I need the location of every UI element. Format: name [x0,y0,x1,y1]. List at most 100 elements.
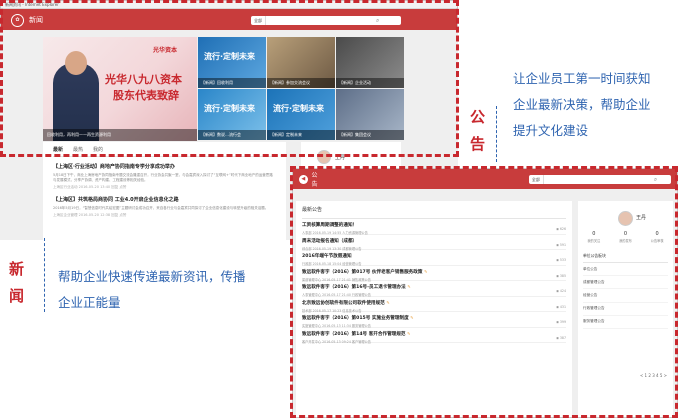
back-arrow-icon[interactable]: ◀ [299,174,308,184]
announcement-label-char: 公告 [470,108,486,153]
news-thumb-3[interactable]: 【新闻】企业活动 [336,37,404,88]
caption-line: 让企业员工第一时间获知 [513,71,651,86]
caption-line: 企业最新决策，帮助企业 [513,97,651,112]
read-count: ◉ 591 [556,242,566,247]
stat-label: 公告审核 [650,239,664,243]
thumb-title: 流行·定制未来 [273,104,325,113]
search-icon[interactable]: ⌕ [376,16,382,25]
news-item-title[interactable]: 【上海区】共筑格局商协同 工业4.0开启企业信息化之路 [53,196,276,203]
announcement-meta: 客户开发中心 2016-05-13 09:24 客户管理公告 [302,339,371,344]
thumb-caption: 【新闻】参加交流会议 [267,78,335,88]
announcement-title[interactable]: 致远软件客字（2016）第16号-员工退卡管理办法 ✎ [302,284,566,290]
screenshot-root: 新闻资讯 - Internet Explorer ✿ 新闻 全部 ⌕ 光华资本 … [0,0,678,418]
attachment-icon: ✎ [386,299,390,305]
announcement-row[interactable]: 致远软件客字（2016）第16号-员工退卡管理办法 ✎ 人事管理中心 2016-0… [302,281,566,297]
news-search-box[interactable]: 全部 ⌕ [251,15,401,25]
announcement-title[interactable]: 致远软件客字（2016）第14号 客开合作管理规范 ✎ [302,331,566,337]
news-search-scope-select[interactable]: 全部 [251,15,266,25]
announcement-search-input[interactable] [543,174,654,184]
news-list-panel: 最新 最热 我的 【上海区·行业活动】商地产协同指南专学分享成功举办 5月18日… [43,142,286,240]
attachment-icon: ✎ [424,268,428,274]
avatar[interactable] [317,150,331,164]
news-item[interactable]: 【上海区·行业活动】商地产协同指南专学分享成功举办 5月18日下午，商业上海房地… [53,163,276,190]
news-label-char: 新闻 [9,260,25,305]
hero-speaker-head [65,51,87,75]
user-name: 王丹 [636,215,647,221]
category-item[interactable]: 单位公告 [583,263,668,277]
pagination[interactable]: < 1 2 3 4 5 > [640,373,667,378]
tab-hot[interactable]: 最热 [73,146,83,153]
hero-headline-line2: 股东代表致辞 [113,89,179,102]
news-search-input[interactable] [266,15,376,25]
news-hero-banner[interactable]: 光华资本 光华八九八资本 股东代表致辞 回收利用，再利用——再生资源利用 [43,37,197,141]
read-count: ◉ 424 [556,289,566,293]
category-item[interactable]: 成都管理公告 [583,276,668,290]
announcement-title[interactable]: 致远软件客字（2016）第015号 实施业务管理制度 ✎ [302,315,566,321]
announcement-row[interactable]: 周末活动报名通知（成都） 综合部 2016-05-19 13:30 成都管理公告 ◉… [302,235,566,251]
announcement-row[interactable]: 北京致远协创软件有限公司软件使用规范 ✎ 技术部 2016-05-17 10:23… [302,297,566,313]
attachment-icon: ✎ [407,330,411,336]
category-list: 单位公告板块 单位公告 成都管理公告 经营公告 行政管理公告 服务管理公告 [578,253,673,329]
read-count: ◉ 626 [556,227,566,231]
announcement-title[interactable]: 周末活动报名通知（成都） [302,238,566,244]
announcement-app-title: 公告 [311,172,318,188]
caption-line: 提升文化建设 [513,123,589,138]
announcement-row[interactable]: 2016年端午节放假通知 行政部 2016-05-18 15:04 经营管理公告 ◉… [302,250,566,266]
stat-label: 我的关注 [587,239,601,243]
thumb-title: 流行·定制未来 [204,52,256,61]
stat-value: 0 [655,231,659,237]
read-count: ◉ 385 [556,273,566,278]
hero-caption: 回收利用，再利用——再生资源利用 [43,129,197,141]
announcement-title[interactable]: 工资核算周期调整的通知！ [302,222,566,228]
news-thumb-5[interactable]: 流行·定制未来 【新闻】定制未来 [267,89,335,140]
news-thumb-4[interactable]: 流行·定制未来 【新闻】数说…流行会 [198,89,266,140]
thumb-caption: 【新闻】集团会议 [336,130,404,140]
stat-review[interactable]: 0 公告审核 [651,231,664,243]
stat-published[interactable]: 0 我的发布 [619,231,632,243]
category-item[interactable]: 服务管理公告 [583,316,668,329]
tab-mine[interactable]: 我的 [93,146,103,153]
news-item-meta: 上海区行业活动 2016-05-20 13:40 回复 点赞 [53,185,127,189]
news-item-summary: 2016年5月19日，“智慧信息时代共绘宏图”主题研讨会成功召开，来自各行业与会… [53,206,269,210]
news-thumb-2[interactable]: 【新闻】参加交流会议 [267,37,335,88]
announcement-search-scope-select[interactable]: 全部 [529,174,544,184]
announcement-list-heading: 最新公告 [302,206,566,219]
stat-following[interactable]: 0 我的关注 [587,231,600,243]
stat-value: 0 [592,231,596,237]
news-item[interactable]: 【上海区】共筑格局商协同 工业4.0开启企业信息化之路 2016年5月19日，“… [53,196,276,218]
announcement-title[interactable]: 北京致远协创软件有限公司软件使用规范 ✎ [302,300,566,306]
read-count: ◉ 533 [556,258,566,262]
news-item-title[interactable]: 【上海区·行业活动】商地产协同指南专学分享成功举办 [53,163,276,170]
announcement-row[interactable]: 致远软件客字（2016）第015号 实施业务管理制度 ✎ 实施管理中心 2016-… [302,312,566,328]
read-count: ◉ 431 [556,304,566,309]
announcement-row[interactable]: 致远软件客字（2016）第14号 客开合作管理规范 ✎ 客户开发中心 2016-0… [302,328,566,344]
category-item[interactable]: 行政管理公告 [583,303,668,316]
hero-headline-line1: 光华八九八资本 [105,73,182,86]
announcement-app-bar: ◀ 公告 全部 ⌕ [293,169,677,189]
announcement-title[interactable]: 2016年端午节放假通知 [302,253,566,259]
thumb-caption: 【新闻】企业活动 [336,78,404,88]
news-thumb-6[interactable]: 【新闻】集团会议 [336,89,404,140]
announcement-search-box[interactable]: 全部 ⌕ [528,174,671,184]
announcement-sidebar: 王丹 0 我的关注 0 我的发布 0 公告审核 单位公告板块 单位公告 成都管理… [578,201,673,417]
announcement-row[interactable]: 工资核算周期调整的通知！ 人事部 2016-05-19 14:55 人力资源管理公… [302,219,566,235]
category-item[interactable]: 经营公告 [583,289,668,303]
tab-latest[interactable]: 最新 [53,146,63,153]
announcement-row[interactable]: 致远软件客字（2016）第017号 伙伴老客户销售服务政策 ✎ 渠道管理中心 20… [302,266,566,282]
announcement-title[interactable]: 致远软件客字（2016）第017号 伙伴老客户销售服务政策 ✎ [302,269,566,275]
browser-title-bar: 新闻资讯 - Internet Explorer [1,1,457,9]
news-label: 新闻 [9,256,27,310]
app-logo-icon[interactable]: ✿ [11,13,24,27]
news-tabs: 最新 最热 我的 [53,146,276,157]
news-thumb-1[interactable]: 流行·定制未来 【新闻】回收利用 [198,37,266,88]
sidebar-user-card: 王丹 0 我的关注 0 我的发布 0 公告审核 [578,201,673,243]
announcement-caption: 让企业员工第一时间获知 企业最新决策，帮助企业 提升文化建设 [513,66,651,144]
announcement-window: ◀ 公告 全部 ⌕ 最新公告 工资核算周期调整的通知！ 人事部 2016-05-1… [292,168,678,418]
attachment-icon: ✎ [407,284,411,289]
avatar[interactable] [618,211,633,226]
thumb-caption: 【新闻】回收利用 [198,78,266,88]
search-icon[interactable]: ⌕ [654,175,660,184]
read-count: ◉ 399 [556,320,566,324]
stat-value: 0 [623,231,628,237]
news-app-bar: ✿ 新闻 全部 ⌕ [1,9,457,31]
